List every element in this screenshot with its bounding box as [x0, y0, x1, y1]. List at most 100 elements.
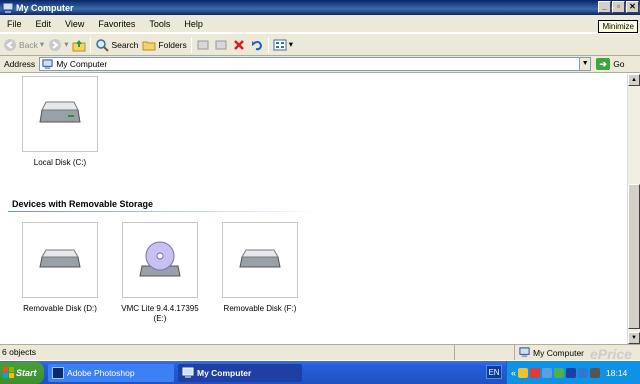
drive-removable-f[interactable]: Removable Disk (F:): [210, 222, 310, 314]
window-title: My Computer: [16, 2, 74, 13]
minimize-tooltip: Minimize: [598, 20, 638, 33]
windows-logo-icon: [3, 367, 14, 378]
maximize-button[interactable]: ▫: [612, 1, 625, 13]
taskbar-item-label: My Computer: [197, 367, 252, 378]
taskbar-item-my-computer[interactable]: My Computer: [178, 363, 302, 382]
chevron-down-icon[interactable]: ▾: [64, 39, 68, 50]
menu-tools[interactable]: Tools: [142, 19, 177, 29]
address-input[interactable]: My Computer ▼: [39, 57, 592, 71]
search-label: Search: [111, 39, 139, 50]
chevron-down-icon[interactable]: ▾: [289, 39, 293, 50]
security-alert-icon[interactable]: [530, 367, 541, 378]
section-divider: [8, 211, 320, 212]
back-label: Back: [19, 39, 38, 50]
move-to-icon[interactable]: [196, 38, 210, 52]
drive-tile: [122, 222, 198, 298]
go-label: Go: [613, 59, 625, 69]
folders-label: Folders: [158, 39, 187, 50]
drive-local-c[interactable]: Local Disk (C:): [10, 76, 110, 168]
go-button[interactable]: ➜ Go: [596, 58, 625, 70]
toolbar-separator: [267, 36, 269, 53]
drive-label: VMC Lite 9.4.4.17395 (E:): [110, 304, 210, 324]
drive-label: Local Disk (C:): [33, 158, 87, 167]
network-icon[interactable]: [542, 367, 553, 378]
removable-disk-icon: [39, 249, 81, 268]
drive-tile: [222, 222, 298, 298]
status-location-label: My Computer: [533, 347, 585, 358]
drive-label-line1: VMC Lite 9.4.4.17395: [121, 304, 199, 313]
views-button[interactable]: ▾: [273, 38, 293, 52]
back-arrow-icon: [4, 38, 16, 51]
views-icon: [273, 39, 287, 50]
back-button[interactable]: Back ▾: [3, 38, 44, 52]
tray-expand-chevron[interactable]: «: [511, 368, 516, 378]
status-panel: [455, 345, 515, 360]
my-computer-icon: [2, 2, 14, 13]
search-icon: [96, 38, 110, 52]
language-indicator[interactable]: EN: [486, 365, 502, 379]
minimize-button[interactable]: _: [598, 1, 611, 13]
status-bar: 6 objects My Computer: [0, 344, 640, 360]
address-value: My Computer: [56, 59, 108, 69]
drive-tile: [22, 76, 98, 152]
menu-favorites[interactable]: Favorites: [91, 19, 142, 29]
tray-app-icon[interactable]: [554, 367, 565, 378]
drive-label: Removable Disk (D:): [23, 304, 97, 313]
taskbar: Start Adobe Photoshop My Computer EN « 1…: [0, 361, 640, 384]
my-computer-icon: [182, 367, 194, 378]
start-label: Start: [16, 367, 37, 378]
file-list-view: Local Disk (C:) Devices with Removable S…: [0, 74, 627, 344]
section-title-removable: Devices with Removable Storage: [12, 199, 154, 209]
scroll-thumb[interactable]: [628, 184, 640, 329]
watermark: ePrice: [589, 346, 632, 362]
undo-icon[interactable]: [250, 38, 264, 52]
taskbar-item-photoshop[interactable]: Adobe Photoshop: [48, 363, 174, 382]
address-dropdown-button[interactable]: ▼: [579, 58, 591, 70]
volume-icon[interactable]: [590, 367, 601, 378]
delete-icon[interactable]: [232, 38, 246, 52]
menu-help[interactable]: Help: [177, 19, 210, 29]
scroll-up-button[interactable]: ▲: [628, 74, 640, 86]
up-folder-icon[interactable]: [72, 38, 86, 52]
toolbar-separator: [90, 36, 92, 53]
menu-view[interactable]: View: [58, 19, 91, 29]
clock[interactable]: 18:14: [606, 368, 627, 378]
tray-app-icon[interactable]: [566, 367, 577, 378]
my-computer-icon: [519, 347, 530, 358]
drive-removable-d[interactable]: Removable Disk (D:): [10, 222, 110, 314]
shield-icon[interactable]: [518, 367, 529, 378]
my-computer-icon: [42, 58, 53, 69]
drive-cd-e[interactable]: VMC Lite 9.4.4.17395 (E:): [110, 222, 210, 324]
menu-edit[interactable]: Edit: [29, 19, 59, 29]
address-label: Address: [4, 59, 36, 69]
copy-to-icon[interactable]: [214, 38, 228, 52]
removable-disk-icon: [239, 249, 281, 268]
toolbar-separator: [190, 36, 192, 53]
address-bar: Address My Computer ▼ ➜ Go: [0, 56, 640, 73]
folder-icon: [142, 41, 156, 50]
vertical-scrollbar[interactable]: ▲ ▼: [627, 74, 640, 344]
tray-app-icon[interactable]: [578, 367, 589, 378]
title-bar: My Computer _ ▫ ✕: [0, 0, 640, 15]
status-object-count: 6 objects: [0, 345, 455, 360]
drive-label-line2: (E:): [153, 314, 167, 323]
scroll-down-button[interactable]: ▼: [628, 332, 640, 344]
menu-bar: File Edit View Favorites Tools Help: [0, 15, 640, 33]
photoshop-icon: [52, 366, 64, 379]
go-arrow-icon: ➜: [596, 58, 611, 70]
status-location: My Computer: [515, 347, 584, 358]
forward-button[interactable]: ▾: [48, 38, 68, 52]
system-tray: « 18:14: [506, 361, 640, 384]
chevron-down-icon[interactable]: ▾: [40, 39, 44, 50]
menu-file[interactable]: File: [0, 19, 29, 29]
cd-drive-icon: [139, 241, 181, 277]
toolbar: Back ▾ ▾ Search Folders ▾: [0, 34, 640, 56]
start-button[interactable]: Start: [0, 361, 44, 384]
search-button[interactable]: Search: [95, 38, 138, 52]
close-button[interactable]: ✕: [626, 1, 639, 13]
drive-label: Removable Disk (F:): [223, 304, 297, 313]
taskbar-item-label: Adobe Photoshop: [67, 367, 135, 378]
folders-button[interactable]: Folders: [142, 38, 187, 52]
hard-disk-icon: [39, 101, 81, 123]
forward-arrow-icon: [49, 38, 62, 51]
